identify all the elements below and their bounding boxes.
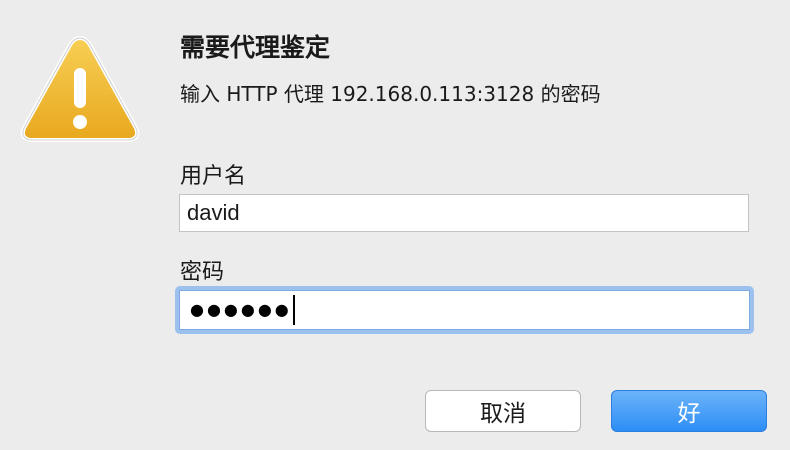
username-label: 用户名 — [180, 164, 247, 189]
proxy-auth-dialog: 需要代理鉴定 输入 HTTP 代理 192.168.0.113:3128 的密码… — [0, 0, 790, 450]
username-input[interactable] — [179, 194, 749, 232]
password-input[interactable]: ●●●●●● — [179, 290, 750, 330]
dialog-title: 需要代理鉴定 — [180, 33, 331, 62]
password-focus-ring: ●●●●●● — [175, 286, 754, 334]
password-masked-value: ●●●●●● — [190, 300, 292, 319]
ok-button[interactable]: 好 — [611, 390, 767, 432]
warning-icon — [20, 36, 140, 142]
text-caret — [292, 295, 295, 325]
password-label: 密码 — [180, 260, 225, 285]
cancel-button[interactable]: 取消 — [425, 390, 581, 432]
dialog-message: 输入 HTTP 代理 192.168.0.113:3128 的密码 — [180, 82, 601, 106]
